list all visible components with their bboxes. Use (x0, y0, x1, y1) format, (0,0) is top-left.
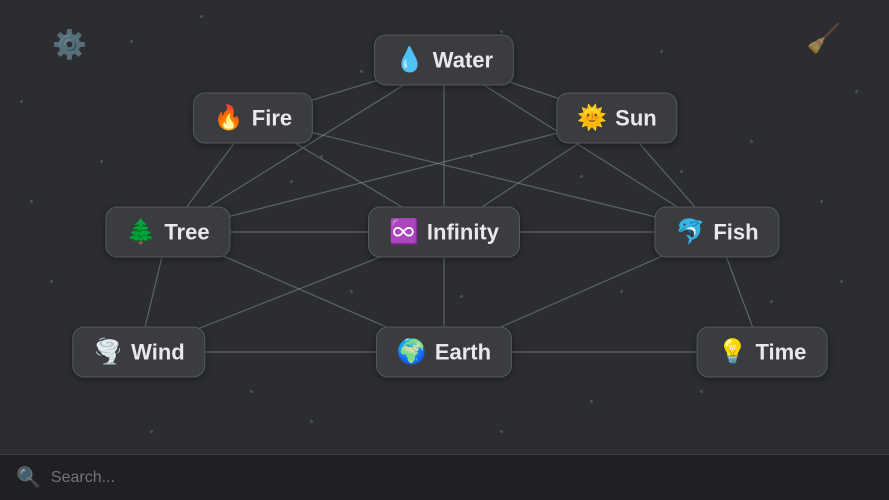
node-tree[interactable]: 🌲 Tree (105, 207, 230, 258)
node-fire[interactable]: 🔥 Fire (193, 93, 313, 144)
earth-label: Earth (435, 339, 491, 365)
tree-icon: 🌲 (126, 218, 156, 247)
search-icon: 🔍 (16, 465, 41, 490)
bottom-bar: 🔍 (0, 454, 889, 500)
node-wind[interactable]: 🌪️ Wind (72, 327, 205, 378)
tree-label: Tree (164, 219, 209, 245)
clear-icon[interactable]: 🧹 (806, 22, 841, 55)
water-label: Water (433, 47, 493, 73)
node-water[interactable]: 💧 Water (374, 35, 514, 86)
time-label: Time (755, 339, 806, 365)
fire-icon: 🔥 (214, 104, 244, 133)
fish-label: Fish (713, 219, 758, 245)
node-infinity[interactable]: ♾️ Infinity (368, 207, 520, 258)
fire-label: Fire (252, 105, 292, 131)
node-time[interactable]: 💡 Time (697, 327, 828, 378)
wind-icon: 🌪️ (93, 338, 123, 367)
sun-icon: 🌞 (577, 104, 607, 133)
infinity-icon: ♾️ (389, 218, 419, 247)
fish-icon: 🐬 (675, 218, 705, 247)
water-icon: 💧 (395, 46, 425, 75)
time-icon: 💡 (718, 338, 748, 367)
earth-icon: 🌍 (397, 338, 427, 367)
node-earth[interactable]: 🌍 Earth (376, 327, 512, 378)
sun-label: Sun (615, 105, 657, 131)
search-input[interactable] (51, 469, 873, 487)
wind-label: Wind (131, 339, 185, 365)
settings-icon[interactable]: ⚙️ (52, 28, 87, 61)
node-sun[interactable]: 🌞 Sun (556, 93, 677, 144)
node-fish[interactable]: 🐬 Fish (654, 207, 779, 258)
infinity-label: Infinity (427, 219, 499, 245)
